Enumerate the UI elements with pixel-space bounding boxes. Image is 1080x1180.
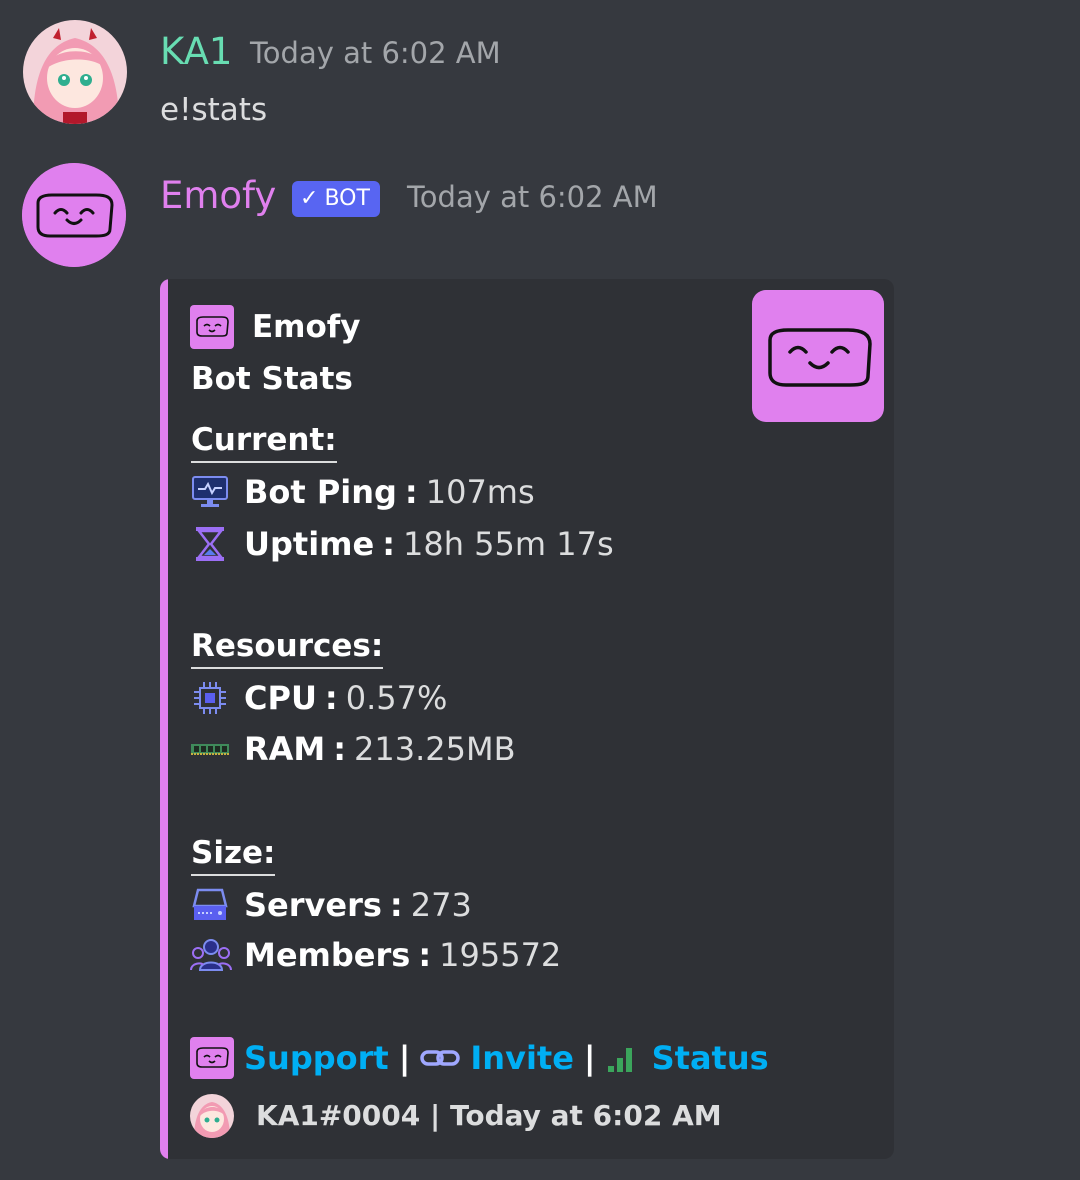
stat-row-bot-ping: Bot Ping : 107ms xyxy=(190,472,535,512)
stat-label: CPU xyxy=(244,679,317,717)
stat-separator: : xyxy=(382,525,395,563)
user-avatar-ka1[interactable] xyxy=(23,20,127,124)
embed-footer-text: KA1#0004 | Today at 6:02 AM xyxy=(256,1099,722,1132)
link-separator: | xyxy=(583,1039,596,1077)
stat-separator: : xyxy=(418,936,432,974)
stat-row-uptime: Uptime : 18h 55m 17s xyxy=(190,524,614,564)
support-link[interactable]: Support xyxy=(244,1038,389,1078)
stat-label: Members xyxy=(244,936,411,974)
link-separator: | xyxy=(398,1039,411,1077)
monitor-icon xyxy=(190,472,232,512)
emofy-emote-icon xyxy=(190,305,234,349)
stat-separator: : xyxy=(324,679,338,717)
invite-link[interactable]: Invite xyxy=(470,1038,574,1078)
embed-thumbnail[interactable] xyxy=(752,290,884,422)
stat-value: 195572 xyxy=(439,936,562,974)
stat-value: 273 xyxy=(410,886,472,924)
hourglass-icon xyxy=(190,524,232,564)
stat-value: 0.57% xyxy=(345,679,448,717)
message-content: e!stats xyxy=(160,92,268,128)
embed-accent-bar xyxy=(160,279,168,1159)
section-heading-resources: Resources: xyxy=(191,627,384,669)
message-timestamp: Today at 6:02 AM xyxy=(407,180,658,214)
stat-value: 18h 55m 17s xyxy=(403,525,614,563)
chain-link-icon xyxy=(420,1046,461,1070)
signal-bars-icon xyxy=(606,1042,638,1074)
stat-row-ram: RAM : 213.25MB xyxy=(190,729,516,769)
bot-badge: ✓ BOT xyxy=(292,181,380,217)
stat-label: RAM xyxy=(244,730,326,768)
emofy-face-icon xyxy=(768,328,872,387)
members-icon xyxy=(190,935,232,975)
status-link[interactable]: Status xyxy=(652,1038,769,1078)
stat-label: Servers xyxy=(244,886,382,924)
footer-avatar xyxy=(190,1094,234,1138)
checkmark-icon: ✓ xyxy=(300,186,319,211)
stat-label: Uptime xyxy=(244,525,375,563)
emofy-emote-icon xyxy=(190,1037,234,1079)
server-icon xyxy=(190,885,232,925)
cpu-chip-icon xyxy=(190,678,232,718)
bot-avatar-emofy[interactable] xyxy=(22,163,126,267)
embed-title: Bot Stats xyxy=(191,361,353,397)
stat-value: 107ms xyxy=(425,473,535,511)
stat-value: 213.25MB xyxy=(354,730,516,768)
stat-row-servers: Servers : 273 xyxy=(190,885,472,925)
ram-stick-icon xyxy=(190,729,232,769)
embed-links-row: Support | Invite | Status xyxy=(190,1037,769,1079)
stat-row-cpu: CPU : 0.57% xyxy=(190,678,447,718)
embed-author[interactable]: Emofy xyxy=(252,307,360,347)
section-heading-current: Current: xyxy=(191,421,337,463)
stat-separator: : xyxy=(333,730,347,768)
stats-embed: Emofy Bot Stats Current: Bot Ping : 107m… xyxy=(160,279,894,1159)
stat-separator: : xyxy=(389,886,403,924)
emofy-face-icon xyxy=(22,163,126,267)
stat-row-members: Members : 195572 xyxy=(190,935,561,975)
stat-label: Bot Ping xyxy=(244,473,397,511)
message-timestamp: Today at 6:02 AM xyxy=(250,36,501,70)
stat-separator: : xyxy=(404,473,418,511)
username-emofy[interactable]: Emofy xyxy=(160,174,276,218)
bot-badge-label: BOT xyxy=(324,186,370,211)
username-ka1[interactable]: KA1 xyxy=(160,30,232,74)
section-heading-size: Size: xyxy=(191,834,276,876)
